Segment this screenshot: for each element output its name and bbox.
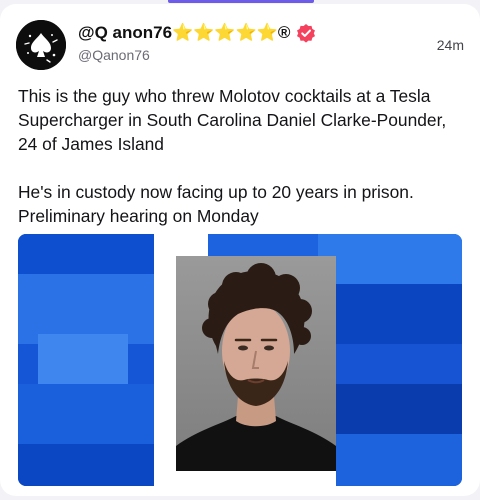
post-card[interactable]: @Q anon76⭐⭐⭐⭐⭐® @Qanon76 24m This is the… bbox=[0, 4, 480, 496]
pixel-tile bbox=[18, 384, 154, 444]
author-handle[interactable]: @Qanon76 bbox=[78, 47, 150, 63]
author-name-row: @Q anon76⭐⭐⭐⭐⭐® bbox=[78, 21, 316, 45]
post-timestamp[interactable]: 24m bbox=[437, 37, 464, 53]
post-paragraph: He's in custody now facing up to 20 year… bbox=[18, 182, 414, 226]
pixel-tile bbox=[318, 234, 462, 284]
pixel-tile bbox=[336, 384, 462, 434]
spade-logo-icon bbox=[16, 20, 66, 70]
pixel-tile bbox=[38, 334, 128, 384]
author-display-name[interactable]: @Q anon76⭐⭐⭐⭐⭐® bbox=[78, 23, 290, 43]
post-body: This is the guy who threw Molotov cockta… bbox=[18, 84, 468, 228]
mugshot-photo bbox=[176, 256, 336, 471]
pixel-tile bbox=[336, 284, 462, 344]
avatar[interactable] bbox=[16, 20, 66, 70]
pixel-tile bbox=[208, 471, 336, 486]
top-accent-bar bbox=[168, 0, 314, 3]
pixel-tile bbox=[336, 434, 462, 486]
person-photo-icon bbox=[176, 256, 336, 471]
verified-badge-icon bbox=[296, 23, 316, 43]
pixel-tile bbox=[18, 234, 154, 274]
pixel-tile bbox=[336, 344, 462, 384]
post-media[interactable] bbox=[18, 234, 462, 486]
pixel-tile bbox=[18, 444, 154, 486]
post-paragraph: This is the guy who threw Molotov cockta… bbox=[18, 86, 447, 154]
